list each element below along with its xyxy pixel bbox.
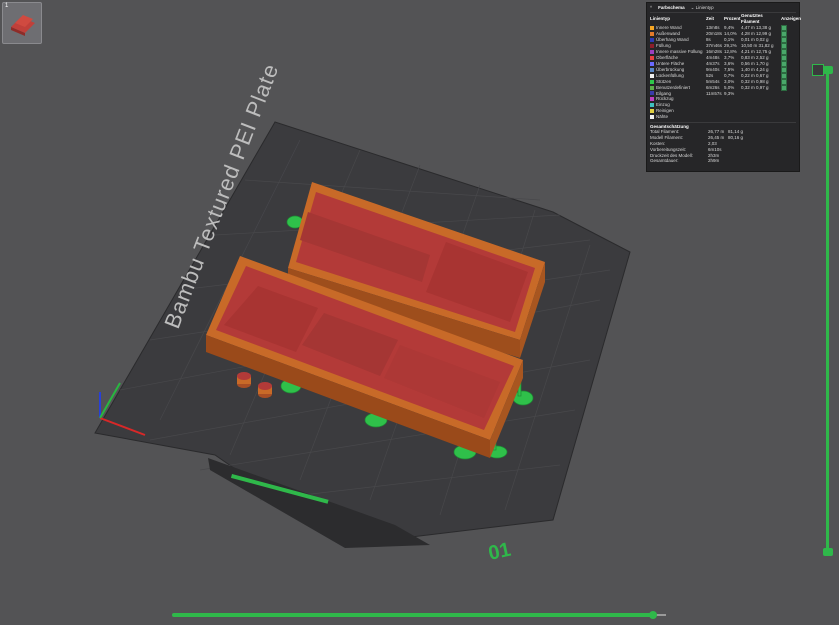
legend-row-name: Innere Wand	[656, 24, 682, 30]
legend-column-header: Zeit	[706, 15, 715, 21]
estimate-value: 2h9m	[708, 158, 720, 164]
estimate-value: 80,16 g	[728, 135, 744, 141]
legend-row-time: 11m57s	[706, 90, 722, 96]
color-swatch	[650, 61, 654, 66]
color-swatch	[650, 37, 654, 42]
legend-row-name: Außenwand	[656, 30, 681, 36]
legend-panel: ^ Farbschema ⌄ Linientyp Linientyp Zeit Pr…	[646, 2, 802, 172]
estimate-row: Gesamtdauer: 2h9m	[650, 158, 796, 164]
legend-row-name: Eilgang	[656, 90, 672, 96]
color-swatch	[650, 114, 654, 119]
move-slider-handle[interactable]	[649, 611, 657, 619]
estimate-label: Gesamtdauer:	[650, 158, 679, 164]
layer-slider-bottom-handle[interactable]	[823, 548, 833, 556]
color-swatch	[650, 31, 654, 36]
color-swatch	[650, 85, 654, 90]
color-swatch	[650, 49, 654, 54]
legend-header-row: Linientyp Zeit Prozent Genutztes Filament An…	[650, 13, 802, 25]
legend-row-name: Überhang Wand	[656, 36, 689, 42]
plate-thumbnail[interactable]: 1	[2, 2, 42, 44]
color-scheme-value: Linientyp	[695, 5, 714, 11]
estimate-rows: Total Filament: 26,77 m 81,14 g Modell Fila…	[650, 129, 796, 164]
legend-row-name: Innere massive Füllung	[656, 48, 703, 54]
color-swatch	[650, 25, 654, 30]
legend-column-header: Prozent	[724, 15, 741, 21]
color-swatch	[650, 108, 654, 113]
layer-slider-track[interactable]	[826, 72, 829, 552]
legend-header: ^ Farbschema ⌄ Linientyp	[650, 4, 796, 13]
show-checkbox[interactable]	[781, 84, 787, 91]
plate-number: 01	[486, 539, 512, 565]
move-slider-track[interactable]	[172, 613, 652, 617]
legend-row-name: Füllung	[656, 42, 671, 48]
legend-row-name: Nähte	[656, 113, 669, 119]
color-swatch	[650, 67, 654, 72]
legend-row-time: 20m18s	[706, 30, 723, 36]
legend-row-name: Rückzug	[656, 96, 674, 102]
legend-row-name: Untere Fläche	[656, 60, 685, 66]
cylinder-part	[258, 382, 272, 390]
legend-row-name: Oberfläche	[656, 54, 679, 60]
color-scheme-select[interactable]: ⌄ Linientyp	[691, 5, 714, 11]
thumbnail-model-icon	[11, 15, 35, 36]
estimate-title: Gesamtschätzung	[650, 121, 796, 130]
color-swatch	[650, 55, 654, 60]
legend-row-time: 16m28s	[706, 48, 723, 54]
legend-row-time	[706, 114, 724, 120]
legend-row-name: Reinigen	[656, 107, 674, 113]
legend-row-name: Stützen	[656, 78, 672, 84]
legend-row-name: Überbrückung	[656, 66, 685, 72]
color-swatch	[650, 43, 654, 48]
legend-column-header: Anzeigen	[781, 15, 802, 21]
color-swatch	[650, 103, 654, 107]
legend-row[interactable]: Nähte	[650, 114, 798, 120]
legend-row-name: Einzug	[656, 102, 670, 108]
color-swatch	[650, 97, 654, 102]
legend-column-header: Genutztes Filament	[741, 13, 763, 24]
legend-rows: Innere Wand 13m8s 9,4% 4,47 m 13,38 g Außenw…	[650, 24, 798, 120]
color-scheme-label: Farbschema	[658, 5, 685, 11]
cylinder-part	[237, 372, 251, 380]
layer-slider-top-handle[interactable]	[823, 66, 833, 74]
collapse-icon[interactable]: ^	[650, 5, 652, 11]
color-swatch	[650, 73, 654, 78]
color-swatch	[650, 91, 654, 96]
legend-row-filament	[741, 114, 781, 120]
legend-column-header: Linientyp	[650, 15, 670, 21]
color-swatch	[650, 79, 654, 84]
legend-row-name: Lückenfüllung	[656, 72, 684, 78]
legend-row-percent	[724, 114, 741, 120]
legend-table: Linientyp Zeit Prozent Genutztes Filament An…	[650, 13, 802, 120]
legend-row-name: Benutzerdefiniert	[656, 84, 691, 90]
legend-row-time: 37m46s	[706, 42, 723, 48]
